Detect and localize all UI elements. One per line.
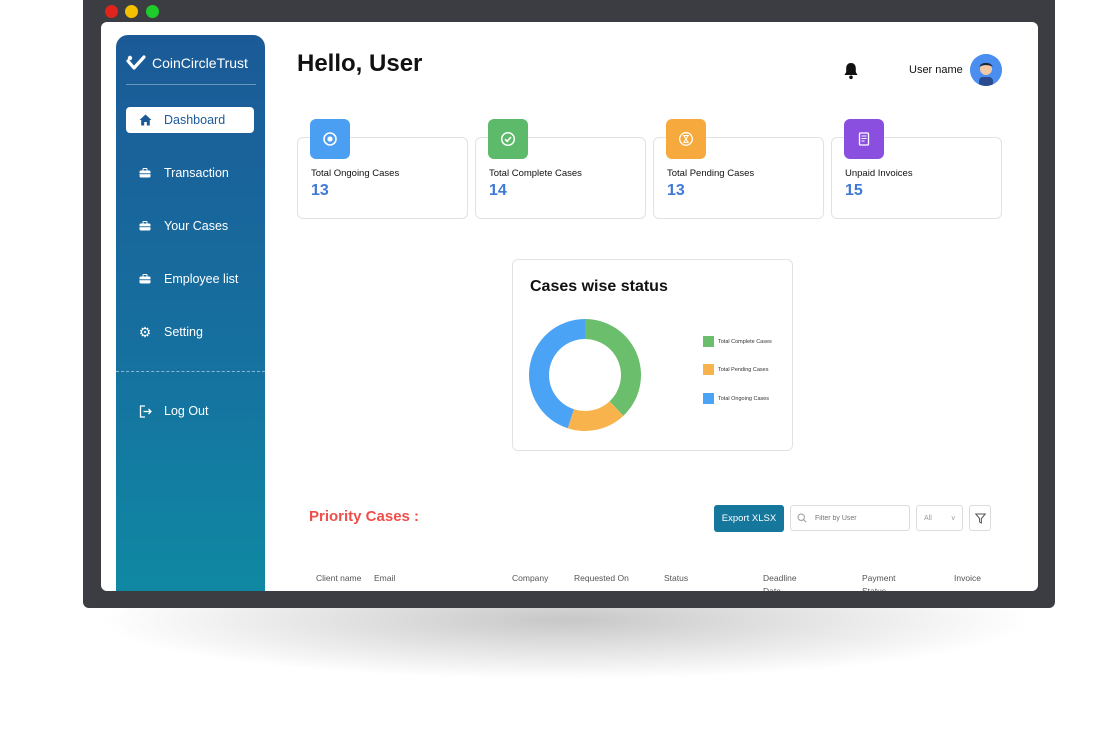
stat-value: 15 (845, 182, 863, 199)
export-xlsx-button[interactable]: Export XLSX (714, 505, 784, 532)
stat-value: 13 (667, 182, 685, 199)
window-minimize-button[interactable] (125, 5, 138, 18)
sidebar-item-label: Setting (164, 325, 203, 339)
priority-cases-title: Priority Cases : (309, 508, 420, 525)
sidebar-divider (116, 371, 265, 372)
stat-label: Unpaid Invoices (845, 168, 913, 179)
briefcase-icon (138, 272, 152, 286)
target-icon (310, 119, 350, 159)
legend-swatch (703, 393, 714, 404)
stat-card-unpaid-invoices[interactable]: Unpaid Invoices 15 (831, 119, 1002, 219)
legend-item: Total Complete Cases (703, 336, 772, 347)
column-header[interactable]: Client name (316, 572, 361, 585)
filter-by-user-field (790, 505, 910, 531)
column-header[interactable]: Status (664, 572, 688, 585)
search-icon (797, 513, 807, 523)
browser-window: CoinCircleTrust Dashboard Transaction Yo… (83, 0, 1055, 608)
filter-button[interactable] (969, 505, 991, 531)
hourglass-icon (666, 119, 706, 159)
chevron-down-icon: v (951, 514, 956, 522)
stat-card-complete[interactable]: Total Complete Cases 14 (475, 119, 646, 219)
legend-item: Total Pending Cases (703, 364, 768, 375)
window-close-button[interactable] (105, 5, 118, 18)
briefcase-icon (138, 166, 152, 180)
sidebar-item-employee-list[interactable]: Employee list (126, 266, 254, 292)
bell-icon[interactable] (843, 62, 859, 85)
stat-card-ongoing[interactable]: Total Ongoing Cases 13 (297, 119, 468, 219)
legend-label: Total Ongoing Cases (718, 395, 770, 402)
column-header[interactable]: Deadline Date (763, 572, 807, 591)
sidebar-item-label: Your Cases (164, 219, 229, 233)
page-title: Hello, User (297, 50, 423, 77)
sidebar-item-label: Employee list (164, 272, 239, 286)
legend-label: Total Pending Cases (718, 366, 769, 373)
sidebar-item-label: Log Out (164, 404, 209, 418)
brand-logo[interactable]: CoinCircleTrust (126, 55, 248, 71)
window-maximize-button[interactable] (146, 5, 159, 18)
sidebar-item-dashboard[interactable]: Dashboard (126, 107, 254, 133)
legend-item: Total Ongoing Cases (703, 393, 769, 404)
funnel-icon (974, 513, 986, 524)
sidebar: CoinCircleTrust Dashboard Transaction Yo… (116, 35, 265, 591)
sidebar-item-label: Dashboard (164, 113, 226, 127)
brand-name: CoinCircleTrust (152, 55, 248, 71)
column-header[interactable]: Requested On (574, 572, 629, 585)
cases-status-chart: Cases wise status Total Complete Cases T… (512, 259, 793, 451)
select-value: All (924, 514, 932, 522)
column-header[interactable]: Invoice (954, 572, 981, 585)
legend-swatch (703, 336, 714, 347)
column-header[interactable]: Company (512, 572, 548, 585)
briefcase-icon (138, 219, 152, 233)
column-header[interactable]: Payment Status (862, 572, 910, 591)
stat-label: Total Ongoing Cases (311, 168, 400, 179)
stat-value: 13 (311, 182, 329, 199)
column-header[interactable]: Email (374, 572, 395, 585)
logout-icon (138, 404, 152, 418)
username-label[interactable]: User name (909, 64, 963, 76)
stat-label: Total Complete Cases (489, 168, 582, 179)
sidebar-item-your-cases[interactable]: Your Cases (126, 213, 254, 239)
sidebar-item-transaction[interactable]: Transaction (126, 160, 254, 186)
legend-label: Total Complete Cases (718, 338, 772, 345)
user-avatar-icon[interactable] (970, 54, 1002, 86)
stat-value: 14 (489, 182, 507, 199)
donut-chart (529, 319, 641, 431)
gear-icon: ⚙ (138, 324, 152, 340)
invoice-icon (844, 119, 884, 159)
status-select[interactable]: All v (916, 505, 963, 531)
check-heart-icon (126, 55, 146, 70)
brand-divider (126, 84, 256, 85)
search-input[interactable] (813, 513, 897, 523)
sidebar-item-label: Transaction (164, 166, 229, 180)
donut-slice-total-complete-cases[interactable] (585, 319, 641, 416)
sidebar-item-setting[interactable]: ⚙ Setting (126, 319, 254, 345)
stat-label: Total Pending Cases (667, 168, 755, 179)
legend-swatch (703, 364, 714, 375)
sidebar-item-logout[interactable]: Log Out (126, 398, 254, 424)
stat-card-pending[interactable]: Total Pending Cases 13 (653, 119, 824, 219)
home-icon (138, 113, 152, 127)
check-circle-icon (488, 119, 528, 159)
app-screen: CoinCircleTrust Dashboard Transaction Yo… (101, 22, 1038, 591)
chart-title: Cases wise status (530, 278, 668, 295)
